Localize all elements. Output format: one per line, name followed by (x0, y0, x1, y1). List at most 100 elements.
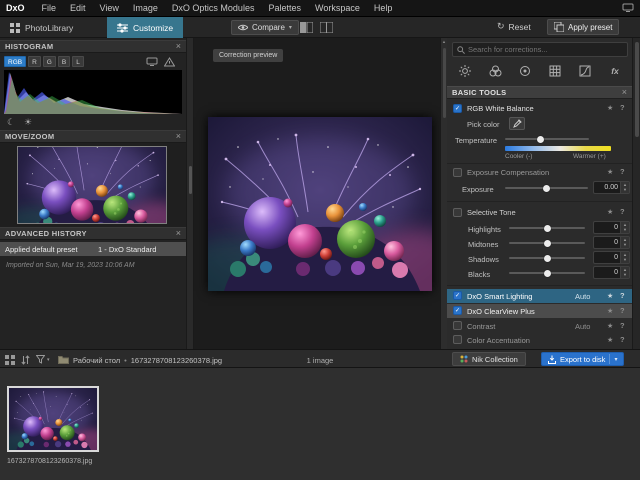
contrast-mode[interactable]: Auto (575, 322, 590, 331)
menu-view[interactable]: View (93, 3, 126, 13)
slider-knob[interactable] (537, 136, 544, 143)
chevron-down-icon[interactable]: ▾ (614, 356, 617, 363)
favorite-star-icon[interactable]: ★ (607, 104, 613, 112)
clipping-warning-icon[interactable] (164, 57, 175, 67)
help-icon[interactable]: ? (620, 167, 625, 176)
stepper-icons[interactable]: ▲▼ (620, 267, 629, 278)
contrast-toggle[interactable] (453, 321, 462, 330)
compare-button[interactable]: Compare ▾ (231, 20, 299, 35)
exposure-slider[interactable] (505, 182, 588, 194)
menu-help[interactable]: Help (367, 3, 400, 13)
main-image[interactable] (208, 117, 432, 291)
color-accentuation-title[interactable]: Color Accentuation (467, 336, 530, 345)
display-icon[interactable] (622, 3, 640, 13)
menu-optics-modules[interactable]: DxO Optics Modules (165, 3, 262, 13)
scrollbar-thumb[interactable] (443, 48, 446, 118)
favorite-star-icon[interactable]: ★ (607, 168, 613, 176)
menu-image[interactable]: Image (126, 3, 165, 13)
channel-r-button[interactable]: R (28, 56, 41, 67)
close-icon[interactable]: × (622, 88, 627, 97)
blacks-slider[interactable] (509, 267, 585, 279)
color-accentuation-toggle[interactable] (453, 335, 462, 344)
slider-knob[interactable] (544, 270, 551, 277)
midtones-value-box[interactable]: 0▲▼ (593, 236, 630, 249)
tools-scrollbar-right[interactable] (632, 38, 640, 349)
close-icon[interactable]: × (176, 132, 181, 141)
eyedropper-icon[interactable] (509, 117, 525, 130)
help-icon[interactable]: ? (620, 103, 625, 112)
side-by-side-icon[interactable] (300, 22, 313, 33)
stepper-icons[interactable]: ▲▼ (620, 182, 629, 193)
left-splitter-scrollbar[interactable] (186, 38, 194, 349)
shadows-value-box[interactable]: 0▲▼ (593, 251, 630, 264)
geometry-icon[interactable] (542, 63, 568, 80)
smart-lighting-title[interactable]: DxO Smart Lighting (467, 292, 532, 301)
clearview-toggle[interactable]: ✓ (453, 306, 462, 315)
scroll-up-icon[interactable]: ▲ (442, 39, 446, 44)
tab-customize[interactable]: Customize (107, 17, 183, 38)
midtones-slider[interactable] (509, 237, 585, 249)
help-icon[interactable]: ? (620, 321, 625, 330)
contrast-title[interactable]: Contrast (467, 322, 495, 331)
help-icon[interactable]: ? (620, 207, 625, 216)
exposure-compensation-title[interactable]: Exposure Compensation (467, 168, 549, 177)
help-icon[interactable]: ? (620, 335, 625, 344)
channel-rgb-button[interactable]: RGB (4, 56, 26, 67)
favorite-star-icon[interactable]: ★ (607, 292, 613, 300)
white-balance-title[interactable]: RGB White Balance (467, 104, 534, 113)
help-icon[interactable]: ? (620, 291, 625, 300)
movezoom-thumbnail[interactable] (17, 146, 167, 224)
filmstrip-thumbnail-selected[interactable] (7, 386, 99, 452)
favorite-star-icon[interactable]: ★ (607, 322, 613, 330)
slider-knob[interactable] (543, 185, 550, 192)
white-balance-toggle[interactable]: ✓ (453, 104, 462, 113)
color-icon[interactable] (482, 63, 508, 80)
stepper-icons[interactable]: ▲▼ (620, 252, 629, 263)
menu-edit[interactable]: Edit (63, 3, 93, 13)
selective-tone-toggle[interactable] (453, 208, 462, 217)
shadow-clipping-icon[interactable]: ☾ (7, 117, 15, 128)
monitor-icon[interactable] (146, 57, 158, 67)
nik-collection-button[interactable]: Nik Collection (452, 352, 526, 366)
reset-button[interactable]: ↻ Reset (497, 21, 531, 32)
clearview-title[interactable]: DxO ClearView Plus (467, 307, 535, 316)
fx-icon[interactable]: fx (602, 63, 628, 80)
scrollbar-thumb[interactable] (189, 166, 192, 194)
slider-knob[interactable] (544, 240, 551, 247)
channel-l-button[interactable]: L (72, 56, 84, 67)
temperature-slider[interactable] (505, 133, 589, 145)
smart-lighting-mode[interactable]: Auto (575, 292, 590, 301)
slider-knob[interactable] (544, 255, 551, 262)
close-icon[interactable]: × (176, 42, 181, 51)
search-input[interactable] (468, 45, 627, 54)
favorite-star-icon[interactable]: ★ (607, 336, 613, 344)
scrollbar-thumb[interactable] (635, 42, 639, 137)
slider-knob[interactable] (544, 225, 551, 232)
menu-workspace[interactable]: Workspace (308, 3, 367, 13)
channel-b-button[interactable]: B (58, 56, 70, 67)
tools-scrollbar-left[interactable]: ▲ (440, 38, 447, 349)
favorite-star-icon[interactable]: ★ (607, 307, 613, 315)
close-icon[interactable]: × (176, 229, 181, 238)
highlights-value-box[interactable]: 0▲▼ (593, 221, 630, 234)
highlights-slider[interactable] (509, 222, 585, 234)
smart-lighting-toggle[interactable]: ✓ (453, 291, 462, 300)
light-icon[interactable] (452, 63, 478, 80)
channel-g-button[interactable]: G (43, 56, 56, 67)
blacks-value-box[interactable]: 0▲▼ (593, 266, 630, 279)
export-to-disk-button[interactable]: Export to disk ▾ (541, 352, 624, 366)
shadows-slider[interactable] (509, 252, 585, 264)
curves-icon[interactable] (572, 63, 598, 80)
exposure-value-box[interactable]: 0.00 ▲▼ (593, 181, 630, 194)
selective-tone-title[interactable]: Selective Tone (467, 208, 516, 217)
apply-preset-button[interactable]: Apply preset (547, 19, 619, 35)
stepper-icons[interactable]: ▲▼ (620, 237, 629, 248)
favorite-star-icon[interactable]: ★ (607, 208, 613, 216)
exposure-compensation-toggle[interactable] (453, 168, 462, 177)
detail-icon[interactable] (512, 63, 538, 80)
split-view-icon[interactable] (320, 22, 333, 33)
help-icon[interactable]: ? (620, 306, 625, 315)
tab-photolibrary[interactable]: PhotoLibrary (0, 17, 83, 38)
history-entry-row[interactable]: Applied default preset 1 - DxO Standard (0, 242, 186, 256)
highlight-clipping-icon[interactable]: ☀ (24, 117, 32, 128)
